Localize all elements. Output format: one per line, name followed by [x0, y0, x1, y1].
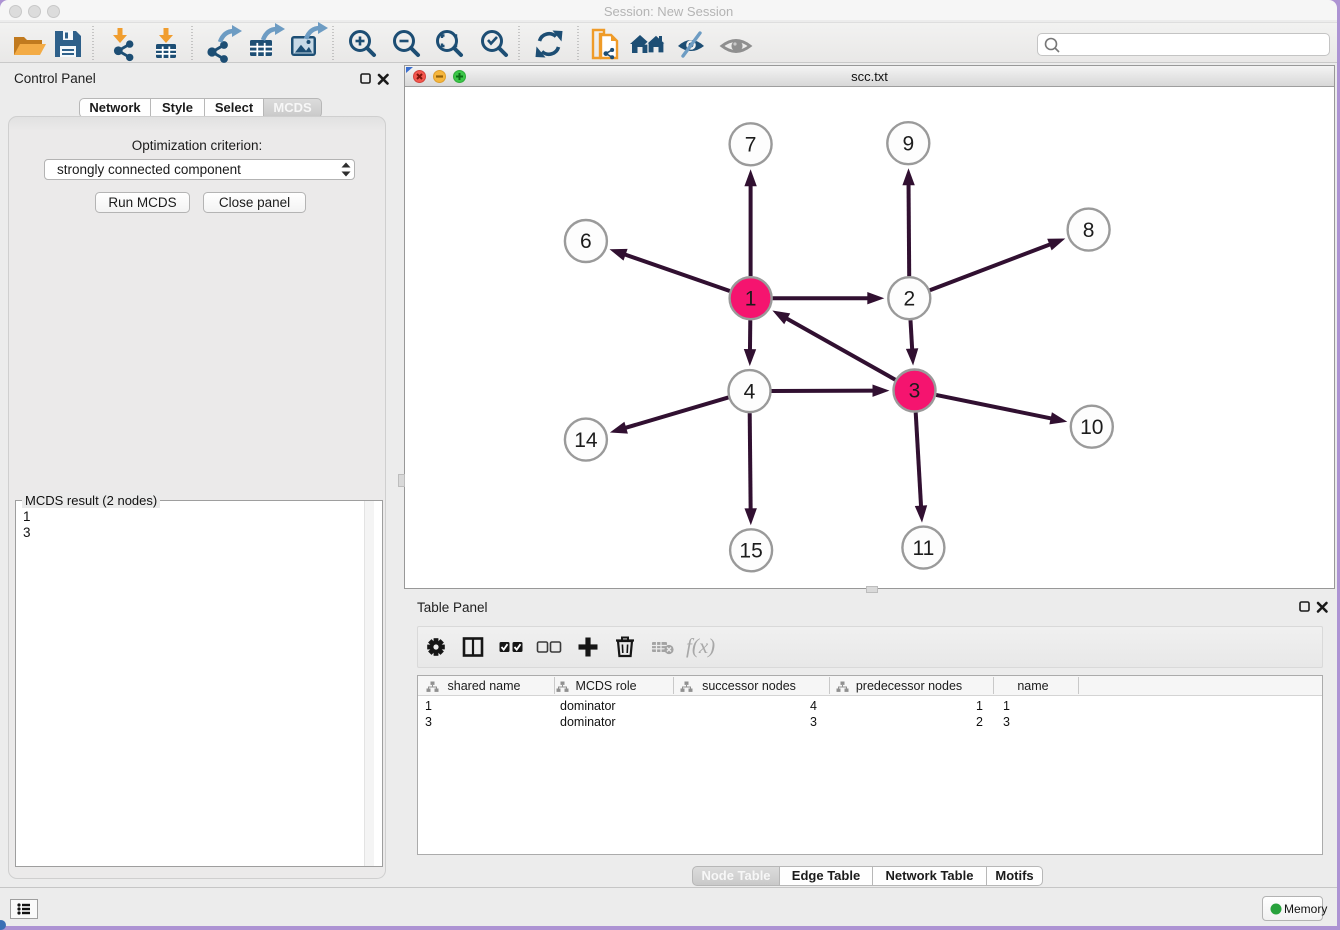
svg-text:8: 8 [1083, 219, 1095, 242]
svg-text:7: 7 [745, 134, 757, 157]
svg-text:3: 3 [909, 380, 921, 403]
svg-text:11: 11 [912, 537, 934, 560]
svg-text:9: 9 [902, 132, 914, 155]
svg-text:6: 6 [580, 230, 592, 253]
svg-text:1: 1 [745, 287, 757, 310]
svg-text:15: 15 [739, 540, 762, 563]
svg-text:4: 4 [744, 380, 756, 403]
svg-text:2: 2 [903, 287, 915, 310]
svg-text:10: 10 [1080, 416, 1103, 439]
svg-text:14: 14 [574, 429, 598, 452]
